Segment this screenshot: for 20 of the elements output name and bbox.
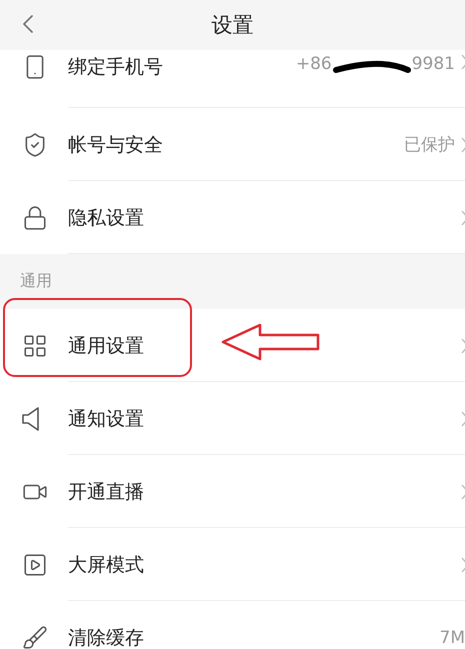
setting-label[interactable]: 通知设置	[68, 406, 455, 432]
phone-suffix: 9981	[412, 54, 455, 74]
brush-icon	[22, 624, 48, 649]
setting-value: 7M	[440, 628, 465, 648]
arrow-annotation-icon	[220, 322, 322, 362]
setting-label[interactable]: 隐私设置	[68, 204, 455, 230]
speaker-icon	[22, 406, 40, 430]
setting-label[interactable]: 通用设置	[68, 332, 455, 358]
setting-value: 已保护	[404, 134, 455, 156]
lock-icon	[22, 204, 48, 230]
section-title: 通用	[20, 271, 52, 292]
setting-label[interactable]: 帐号与安全	[68, 132, 404, 158]
setting-label[interactable]: 绑定手机号	[68, 54, 296, 80]
setting-label[interactable]: 清除缓存	[68, 624, 440, 649]
phone-prefix: +86	[296, 54, 332, 74]
grid-icon	[22, 332, 48, 358]
page-title: 设置	[212, 12, 254, 39]
setting-label[interactable]: 开通直播	[68, 478, 455, 504]
setting-label[interactable]: 大屏模式	[68, 552, 455, 578]
play-icon	[22, 552, 48, 578]
